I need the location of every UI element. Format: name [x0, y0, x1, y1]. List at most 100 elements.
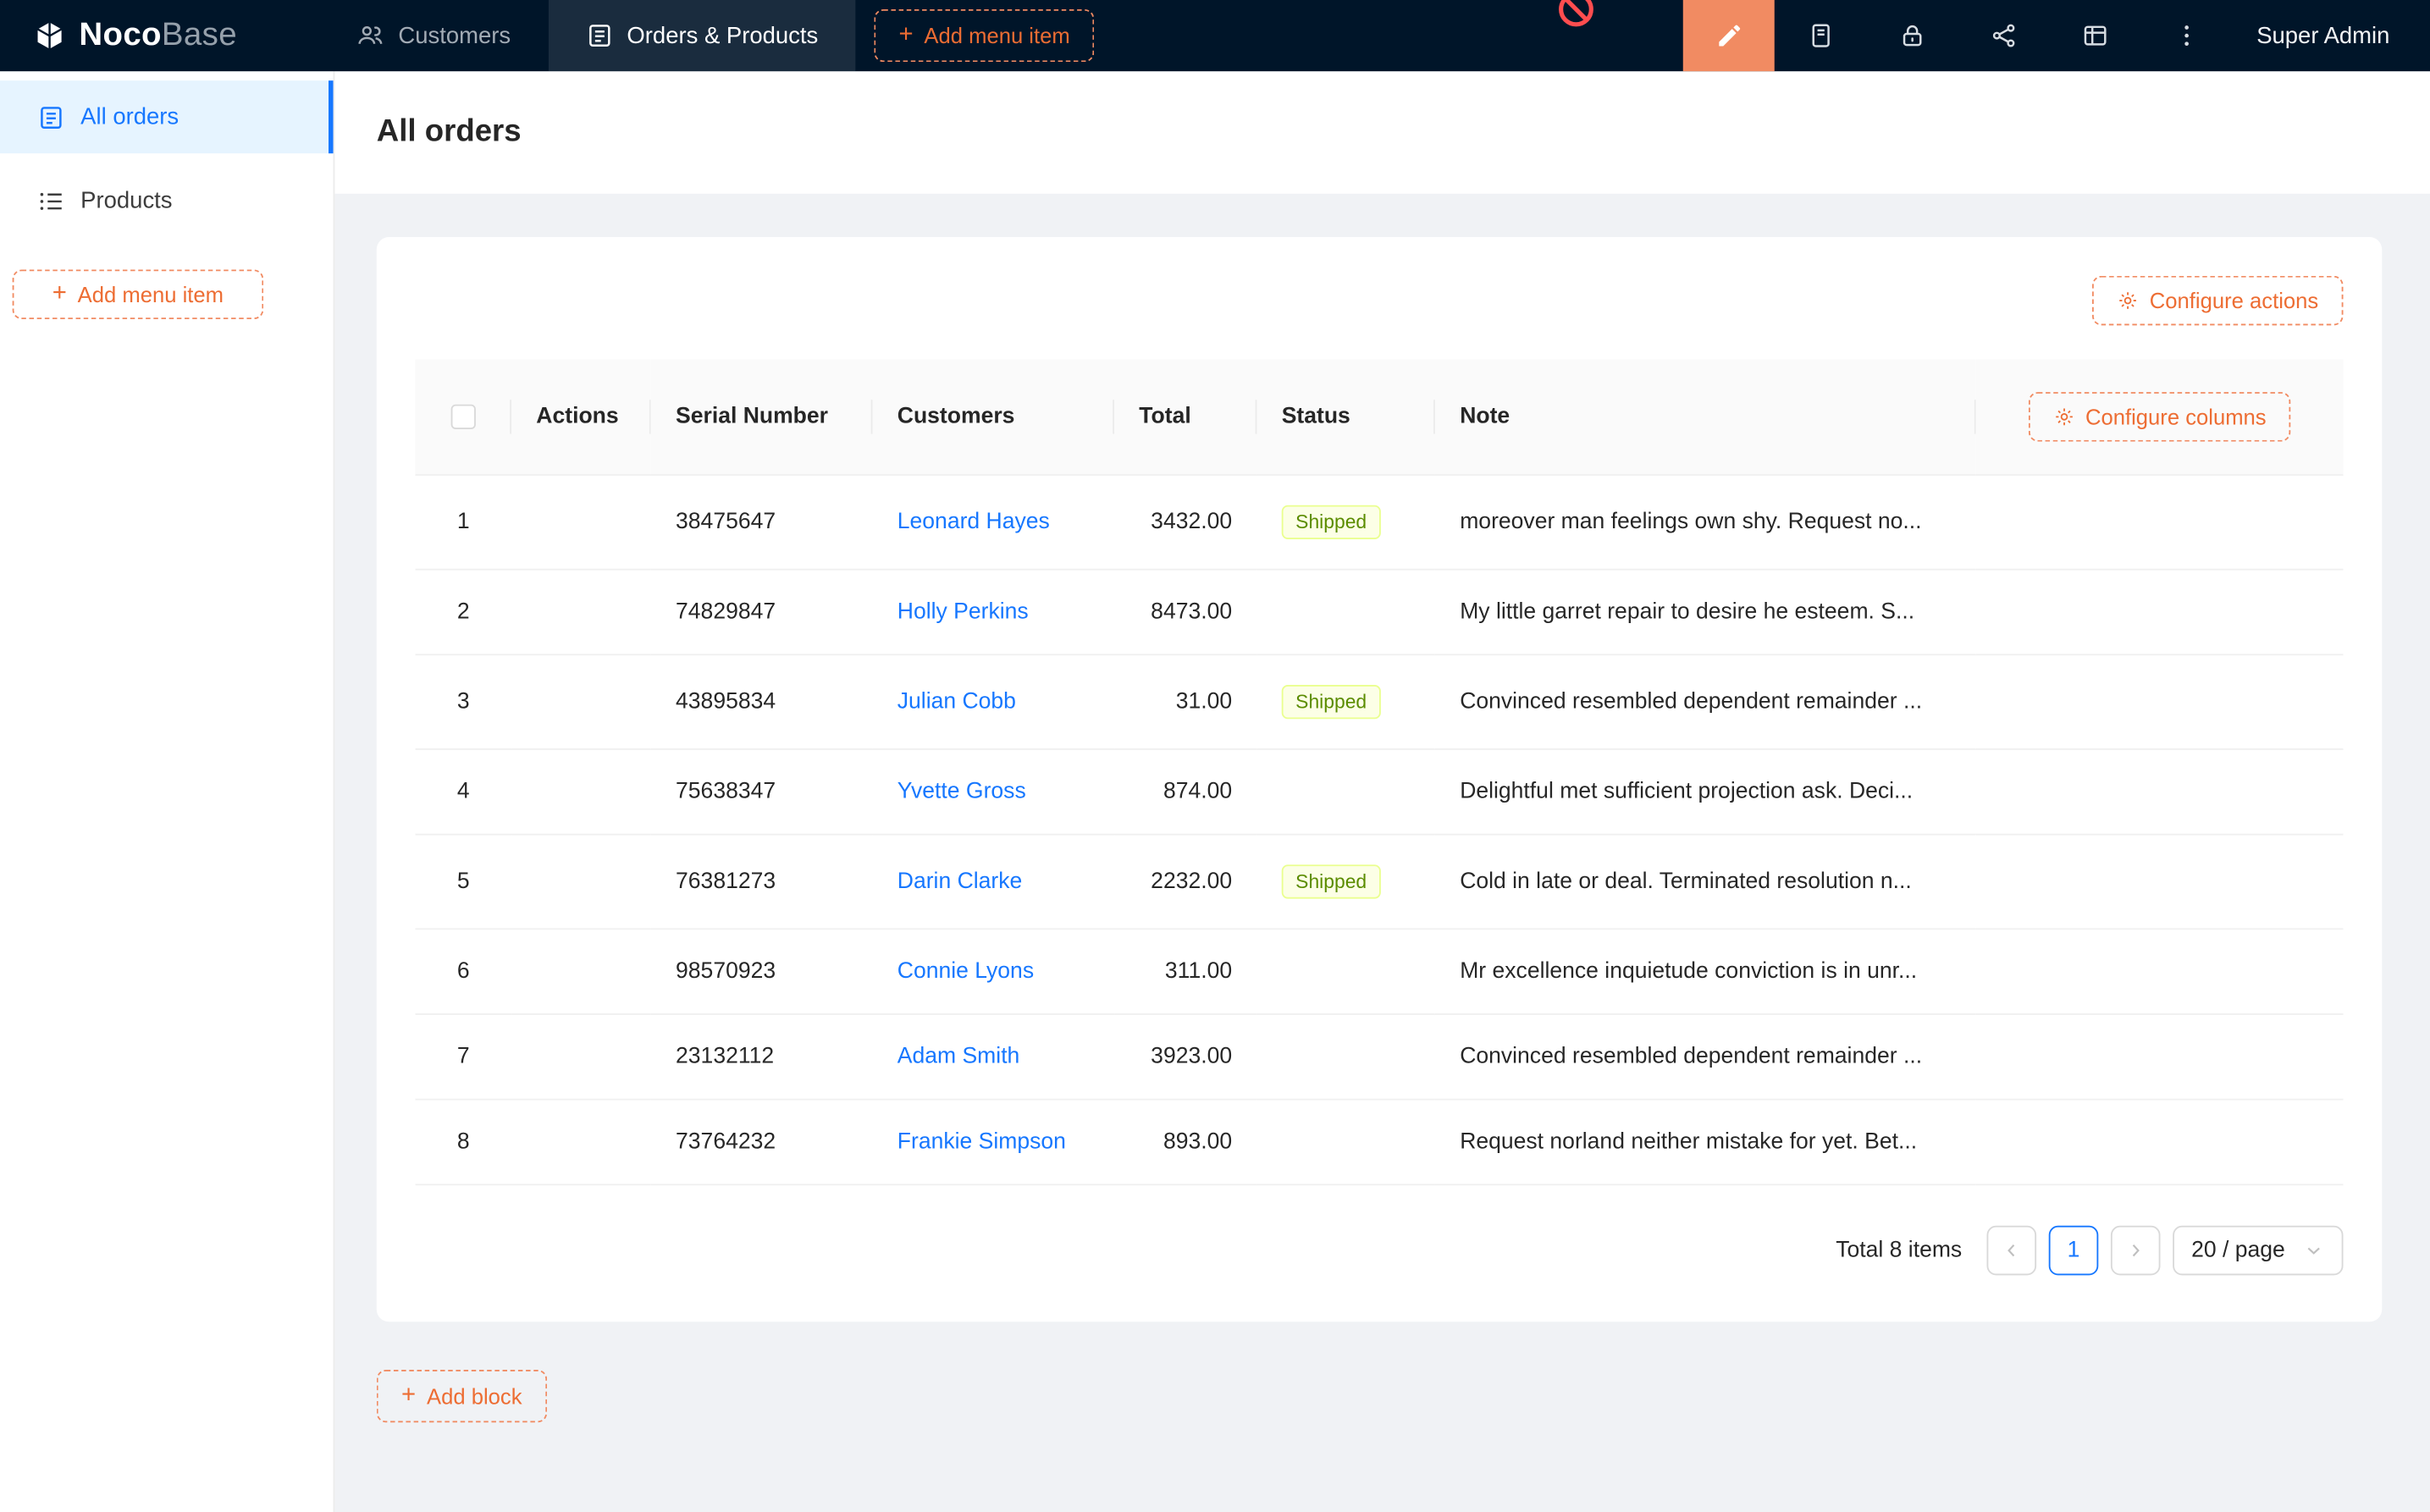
pagination-prev-button[interactable] [1987, 1226, 2037, 1276]
status-cell: Shipped [1256, 475, 1434, 570]
configure-actions-button[interactable]: Configure actions [2092, 276, 2343, 326]
actions-cell [511, 570, 651, 655]
pagination: Total 8 items 1 20 / page [416, 1226, 2344, 1276]
note-cell: My little garret repair to desire he est… [1435, 570, 1976, 655]
note-cell: Cold in late or deal. Terminated resolut… [1435, 835, 1976, 930]
nodes-button[interactable] [1958, 0, 2049, 71]
pagination-next-button[interactable] [2111, 1226, 2161, 1276]
more-icon [2172, 22, 2200, 50]
pagination-page-1[interactable]: 1 [2049, 1226, 2099, 1276]
table-row[interactable]: 1 38475647 Leonard Hayes 3432.00 Shipped… [416, 475, 2344, 570]
status-cell: Shipped [1256, 835, 1434, 930]
status-cell: Shipped [1256, 654, 1434, 749]
logo[interactable]: NocoBase [0, 0, 319, 71]
user-menu[interactable]: Super Admin [2232, 0, 2430, 71]
row-trailing-cell [1976, 475, 2344, 570]
column-header-actions[interactable]: Actions [511, 360, 651, 475]
top-menu: Customers Orders & Products [319, 0, 855, 71]
customer-link[interactable]: Holly Perkins [897, 599, 1029, 624]
layout-button[interactable] [2049, 0, 2140, 71]
row-index: 7 [457, 1045, 470, 1069]
table-row[interactable]: 8 73764232 Frankie Simpson 893.00 Reques… [416, 1100, 2344, 1185]
add-block-button[interactable]: + Add block [377, 1370, 547, 1422]
orders-table-body: 1 38475647 Leonard Hayes 3432.00 Shipped… [416, 475, 2344, 1184]
table-row[interactable]: 6 98570923 Connie Lyons 311.00 Mr excell… [416, 929, 2344, 1014]
plus-icon: + [52, 282, 67, 306]
sidebar-item-products[interactable]: Products [0, 164, 334, 237]
sidebar-item-all-orders[interactable]: All orders [0, 80, 334, 153]
row-trailing-cell [1976, 1100, 2344, 1185]
form-icon [585, 22, 613, 50]
more-button[interactable] [2140, 0, 2232, 71]
column-header-status[interactable]: Status [1256, 360, 1434, 475]
customer-link[interactable]: Darin Clarke [897, 869, 1023, 894]
notebook-icon [1806, 22, 1834, 50]
ui-editor-button[interactable] [1683, 0, 1775, 71]
note-cell: moreover man feelings own shy. Request n… [1435, 475, 1976, 570]
configure-columns-label: Configure columns [2085, 405, 2267, 429]
row-index: 5 [457, 869, 470, 894]
total-cell: 31.00 [1114, 654, 1256, 749]
table-row[interactable]: 4 75638347 Yvette Gross 874.00 Delightfu… [416, 749, 2344, 835]
serial-cell: 75638347 [651, 749, 873, 835]
actions-cell [511, 1100, 651, 1185]
user-name: Super Admin [2256, 23, 2389, 49]
customer-link[interactable]: Leonard Hayes [897, 510, 1050, 534]
status-cell [1256, 929, 1434, 1014]
nocobase-logo-icon [34, 20, 65, 52]
select-all-checkbox[interactable] [451, 405, 476, 429]
status-badge: Shipped [1282, 505, 1381, 539]
actions-cell [511, 654, 651, 749]
main-content: All orders Configure actions [334, 71, 2430, 1512]
total-cell: 311.00 [1114, 929, 1256, 1014]
customer-link[interactable]: Adam Smith [897, 1045, 1020, 1069]
row-trailing-cell [1976, 1014, 2344, 1100]
lock-button[interactable] [1866, 0, 1958, 71]
total-cell: 874.00 [1114, 749, 1256, 835]
total-cell: 3432.00 [1114, 475, 1256, 570]
column-header-customers[interactable]: Customers [872, 360, 1114, 475]
page-title: All orders [377, 114, 522, 150]
status-cell [1256, 749, 1434, 835]
top-navbar: NocoBase Customers Orders & Products + A… [0, 0, 2430, 71]
nodes-icon [1989, 22, 2017, 50]
navbar-add-menu-item-button[interactable]: + Add menu item [874, 9, 1095, 62]
table-row[interactable]: 3 43895834 Julian Cobb 31.00 Shipped Con… [416, 654, 2344, 749]
chevron-left-icon [2001, 1239, 2023, 1261]
top-menu-item-customers[interactable]: Customers [319, 0, 548, 71]
column-header-serial-number[interactable]: Serial Number [651, 360, 873, 475]
note-cell: Convinced resembled dependent remainder … [1435, 1014, 1976, 1100]
status-cell [1256, 1100, 1434, 1185]
page-size-select[interactable]: 20 / page [2173, 1226, 2343, 1276]
notebook-button[interactable] [1775, 0, 1866, 71]
configure-columns-button[interactable]: Configure columns [2028, 392, 2291, 442]
status-cell [1256, 1014, 1434, 1100]
customer-link[interactable]: Frankie Simpson [897, 1129, 1066, 1154]
customer-link[interactable]: Yvette Gross [897, 780, 1026, 804]
serial-cell: 73764232 [651, 1100, 873, 1185]
row-trailing-cell [1976, 654, 2344, 749]
serial-cell: 23132112 [651, 1014, 873, 1100]
column-header-note[interactable]: Note [1435, 360, 1976, 475]
table-row[interactable]: 5 76381273 Darin Clarke 2232.00 Shipped … [416, 835, 2344, 930]
customer-link[interactable]: Connie Lyons [897, 959, 1034, 984]
lock-icon [1897, 22, 1925, 50]
total-cell: 3923.00 [1114, 1014, 1256, 1100]
total-cell: 2232.00 [1114, 835, 1256, 930]
form-icon [37, 103, 65, 131]
sidebar-add-menu-item-button[interactable]: + Add menu item [13, 269, 264, 319]
top-menu-item-orders-products[interactable]: Orders & Products [548, 0, 855, 71]
logo-text-light: Base [162, 17, 237, 52]
row-index: 1 [457, 510, 470, 534]
status-badge: Shipped [1282, 864, 1381, 898]
table-row[interactable]: 7 23132112 Adam Smith 3923.00 Convinced … [416, 1014, 2344, 1100]
column-header-total[interactable]: Total [1114, 360, 1256, 475]
table-row[interactable]: 2 74829847 Holly Perkins 8473.00 My litt… [416, 570, 2344, 655]
row-trailing-cell [1976, 749, 2344, 835]
layout-icon [2080, 22, 2108, 50]
customer-link[interactable]: Julian Cobb [897, 690, 1016, 715]
note-cell: Request norland neither mistake for yet.… [1435, 1100, 1976, 1185]
serial-cell: 38475647 [651, 475, 873, 570]
status-cell [1256, 570, 1434, 655]
plus-icon: + [898, 23, 913, 47]
